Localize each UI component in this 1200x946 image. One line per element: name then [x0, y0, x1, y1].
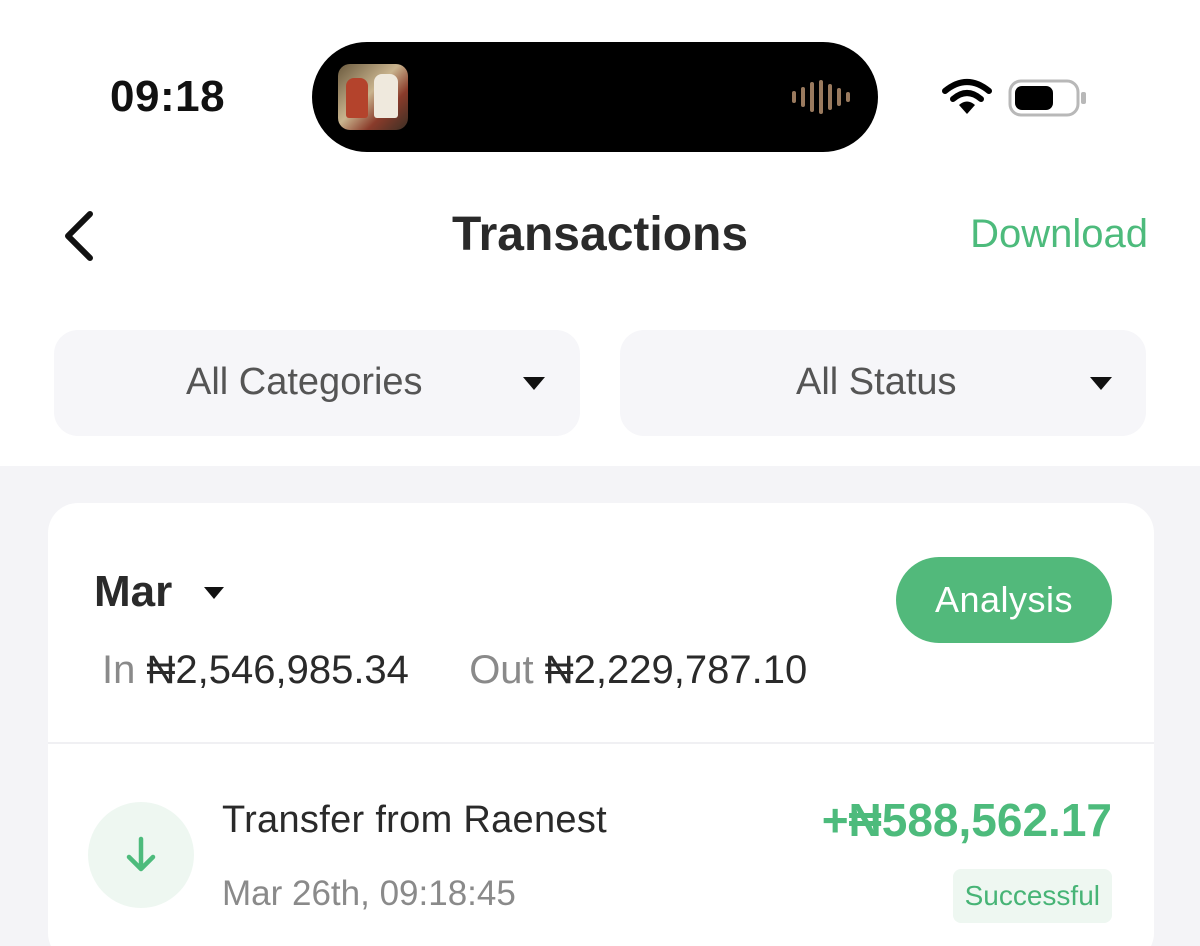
status-badge: Successful: [952, 869, 1112, 923]
caret-down-icon: [523, 377, 545, 390]
divider: [48, 742, 1154, 744]
transaction-amount: +₦588,562.17: [821, 794, 1112, 846]
battery-icon: [1008, 79, 1086, 117]
status-filter-label: All Status: [796, 361, 957, 403]
in-label: In: [102, 648, 136, 692]
month-selector[interactable]: Mar: [94, 567, 172, 617]
category-filter-dropdown[interactable]: All Categories: [54, 330, 580, 436]
in-amount: ₦2,546,985.34: [146, 648, 409, 692]
dynamic-island[interactable]: [312, 42, 878, 152]
status-filter-dropdown[interactable]: All Status: [620, 330, 1146, 436]
transaction-title: Transfer from Raenest: [222, 799, 608, 841]
now-playing-artwork: [338, 64, 408, 130]
status-time: 09:18: [110, 72, 226, 121]
category-filter-label: All Categories: [186, 361, 423, 403]
transactions-card: Mar Analysis In ₦2,546,985.34 Out ₦2,229…: [48, 503, 1154, 946]
incoming-transfer-badge: [88, 802, 194, 908]
wifi-icon: [942, 79, 992, 114]
period-summary: In ₦2,546,985.34 Out ₦2,229,787.10: [102, 648, 807, 693]
transaction-row[interactable]: Transfer from Raenest Mar 26th, 09:18:45…: [48, 745, 1154, 946]
download-button[interactable]: Download: [970, 212, 1148, 257]
caret-down-icon[interactable]: [202, 585, 226, 601]
transaction-timestamp: Mar 26th, 09:18:45: [222, 874, 516, 913]
caret-down-icon: [1090, 377, 1112, 390]
analysis-button[interactable]: Analysis: [896, 557, 1112, 643]
arrow-down-icon: [126, 836, 156, 872]
out-label: Out: [469, 648, 534, 692]
out-amount: ₦2,229,787.10: [544, 648, 808, 692]
audio-waveform-icon: [792, 80, 850, 114]
